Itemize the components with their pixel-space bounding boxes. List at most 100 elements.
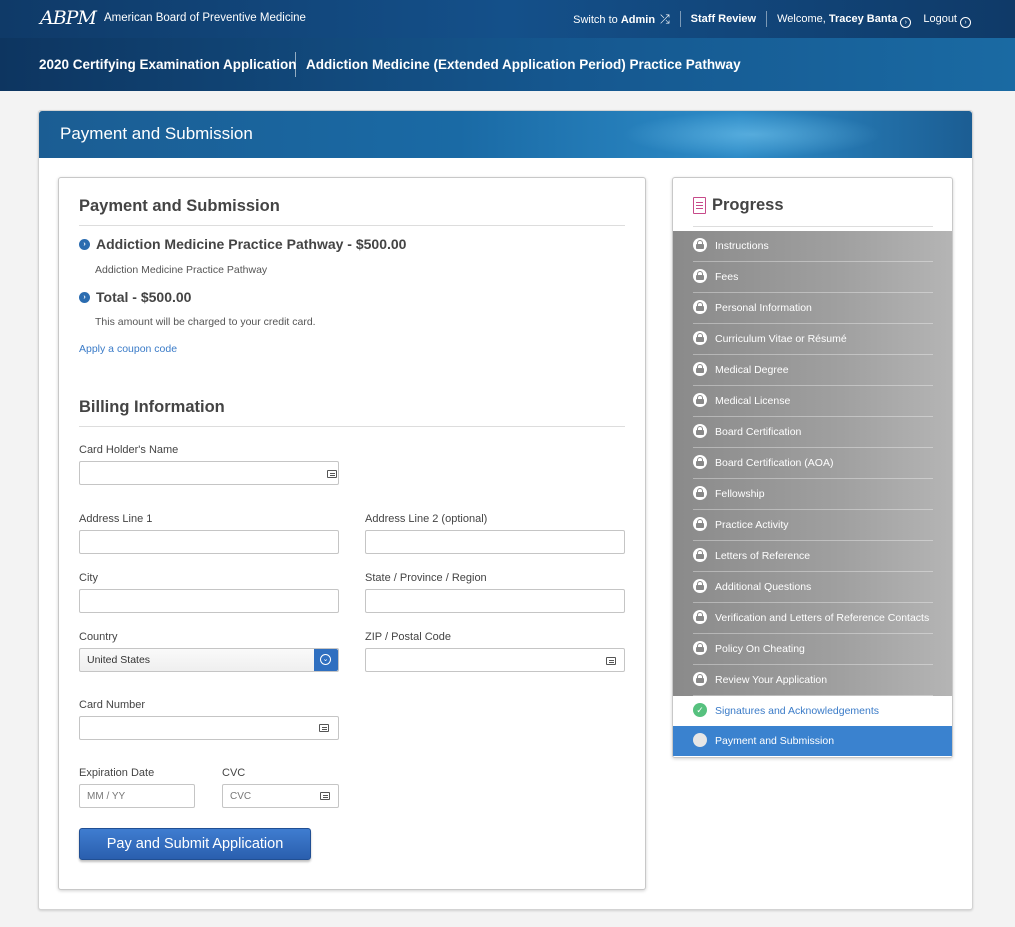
user-menu[interactable]: Welcome, Tracey Banta › <box>777 13 912 28</box>
header-decoration <box>622 111 882 158</box>
card-holder-input[interactable] <box>79 461 339 485</box>
progress-step-locked[interactable]: Verification and Letters of Reference Co… <box>693 603 933 634</box>
address2-label: Address Line 2 (optional) <box>365 513 488 525</box>
progress-step-locked[interactable]: Policy On Cheating <box>693 634 933 665</box>
payment-card: Payment and Submission › Addiction Medic… <box>58 177 646 890</box>
expiration-label: Expiration Date <box>79 767 155 779</box>
progress-card: Progress Instructions Fees Personal Inform… <box>672 177 953 758</box>
country-select[interactable]: United States ⌄ <box>79 648 339 672</box>
lock-icon <box>693 300 707 314</box>
progress-step-locked[interactable]: Practice Activity <box>693 510 933 541</box>
lock-icon <box>693 579 707 593</box>
check-icon: ✓ <box>693 703 707 717</box>
lock-icon <box>693 610 707 624</box>
card-number-label: Card Number <box>79 699 146 711</box>
state-input[interactable] <box>365 589 625 613</box>
chevron-down-icon: ⌄ <box>320 654 331 665</box>
card-holder-label: Card Holder's Name <box>79 444 179 456</box>
progress-step-locked[interactable]: Review Your Application <box>693 665 933 696</box>
card-icon <box>319 724 329 732</box>
fee-item: › Addiction Medicine Practice Pathway - … <box>79 236 406 252</box>
lock-icon <box>693 455 707 469</box>
section-divider <box>693 226 933 227</box>
country-label: Country <box>79 631 118 643</box>
pathway-title: Addiction Medicine (Extended Application… <box>306 57 741 72</box>
top-nav: Switch to Admin ⤮ Staff Review Welcome, T… <box>573 11 971 28</box>
abpm-logo[interactable]: ABPM <box>40 8 97 28</box>
lock-icon <box>693 486 707 500</box>
chevron-right-icon: › <box>79 291 90 303</box>
expiration-input[interactable] <box>79 784 195 808</box>
section-divider <box>79 426 625 427</box>
lock-icon <box>693 641 707 655</box>
progress-step-locked[interactable]: Personal Information <box>693 293 933 324</box>
country-selected-value: United States <box>87 654 151 666</box>
progress-step-locked[interactable]: Fees <box>693 262 933 293</box>
state-label: State / Province / Region <box>365 572 487 584</box>
total-description: This amount will be charged to your cred… <box>95 316 316 328</box>
main-panel: Payment and Submission Payment and Submi… <box>38 110 973 910</box>
application-header: 2020 Certifying Examination Application … <box>0 38 1015 91</box>
lock-icon <box>693 238 707 252</box>
fee-description: Addiction Medicine Practice Pathway <box>95 264 268 276</box>
lock-icon <box>693 548 707 562</box>
switch-to-admin-link[interactable]: Switch to Admin ⤮ <box>573 12 670 27</box>
id-card-icon <box>606 657 616 665</box>
application-title: 2020 Certifying Examination Application <box>39 57 297 72</box>
pay-and-submit-button[interactable]: Pay and Submit Application <box>79 828 311 860</box>
city-label: City <box>79 572 98 584</box>
progress-step-payment[interactable]: Payment and Submission <box>673 726 952 756</box>
lock-icon <box>693 362 707 376</box>
zip-input[interactable] <box>365 648 625 672</box>
progress-step-locked[interactable]: Fellowship <box>693 479 933 510</box>
card-number-input[interactable] <box>79 716 339 740</box>
logout-link[interactable]: Logout › <box>923 13 971 28</box>
lock-icon <box>693 517 707 531</box>
city-input[interactable] <box>79 589 339 613</box>
zip-label: ZIP / Postal Code <box>365 631 452 643</box>
nav-divider <box>679 11 681 27</box>
id-card-icon <box>327 470 337 478</box>
progress-title: Progress <box>693 196 784 215</box>
brand[interactable]: ABPM American Board of Preventive Medici… <box>40 8 306 28</box>
top-bar: ABPM American Board of Preventive Medici… <box>0 0 1015 38</box>
nav-divider <box>766 11 768 27</box>
panel-header: Payment and Submission <box>39 111 972 158</box>
panel-title: Payment and Submission <box>60 124 253 143</box>
lock-icon <box>693 393 707 407</box>
apply-coupon-link[interactable]: Apply a coupon code <box>79 343 177 355</box>
cvc-label: CVC <box>222 767 246 779</box>
lock-icon <box>693 269 707 283</box>
progress-step-locked[interactable]: Board Certification <box>693 417 933 448</box>
payment-section-title: Payment and Submission <box>79 197 280 215</box>
card-icon <box>320 792 330 800</box>
logout-icon: › <box>960 16 971 28</box>
progress-steps: Instructions Fees Personal Information Curr… <box>673 231 952 756</box>
org-name[interactable]: American Board of Preventive Medicine <box>104 12 306 24</box>
progress-step-locked[interactable]: Board Certification (AOA) <box>693 448 933 479</box>
address1-label: Address Line 1 <box>79 513 153 525</box>
lock-icon <box>693 331 707 345</box>
lock-icon <box>693 672 707 686</box>
progress-step-locked[interactable]: Letters of Reference <box>693 541 933 572</box>
progress-step-signatures[interactable]: ✓ Signatures and Acknowledgements <box>673 696 952 726</box>
progress-step-locked[interactable]: Additional Questions <box>693 572 933 603</box>
progress-step-locked[interactable]: Instructions <box>693 231 933 262</box>
lock-icon <box>693 424 707 438</box>
address2-input[interactable] <box>365 530 625 554</box>
chevron-down-icon: › <box>900 16 912 28</box>
address1-input[interactable] <box>79 530 339 554</box>
staff-review-link[interactable]: Staff Review <box>691 13 756 25</box>
progress-step-locked[interactable]: Medical Degree <box>693 355 933 386</box>
section-divider <box>79 225 625 226</box>
document-icon <box>693 197 706 214</box>
progress-step-locked[interactable]: Curriculum Vitae or Résumé <box>693 324 933 355</box>
header-divider <box>295 52 296 77</box>
billing-section-title: Billing Information <box>79 398 225 416</box>
current-step-icon <box>693 733 707 747</box>
progress-step-locked[interactable]: Medical License <box>693 386 933 417</box>
shuffle-icon: ⤮ <box>660 11 670 26</box>
total-item: › Total - $500.00 <box>79 289 191 305</box>
chevron-right-icon: › <box>79 238 90 250</box>
country-dropdown-button[interactable]: ⌄ <box>314 649 338 671</box>
